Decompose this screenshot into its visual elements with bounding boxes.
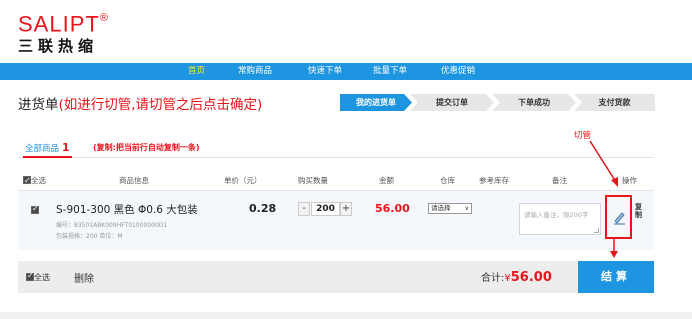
step-submit-order: 提交订单 bbox=[410, 94, 494, 111]
table-row: S-901-300 黑色 Φ0.6 大包装 编号：83501ABK009HFT0… bbox=[18, 190, 654, 250]
footer-select-all-checkbox[interactable] bbox=[26, 271, 34, 281]
brand-logo-latin: SALIPT® bbox=[18, 11, 109, 37]
delete-button[interactable]: 删除 bbox=[74, 270, 94, 285]
qty-decrease-button[interactable]: - bbox=[298, 202, 310, 216]
row-checkbox[interactable] bbox=[31, 204, 39, 214]
nav-frequent-products[interactable]: 常购商品 bbox=[238, 63, 272, 80]
pencil-cut-icon[interactable] bbox=[612, 210, 627, 225]
step-order-success: 下单成功 bbox=[492, 94, 576, 111]
header-product-info: 商品信息 bbox=[119, 176, 149, 185]
table-header: 全选 商品信息 单价（元） 购买数量 金额 仓库 参考库存 备注 操作 bbox=[18, 174, 654, 188]
total-amount: 56.00 bbox=[510, 270, 552, 285]
nav-home[interactable]: 首页 bbox=[188, 63, 205, 80]
nav-batch-order[interactable]: 批量下单 bbox=[373, 63, 407, 80]
tab-all-count: 1 bbox=[62, 141, 70, 154]
product-code: 编号：83501ABK009HFT01000000D1 bbox=[56, 222, 168, 229]
nav-promotions[interactable]: 优惠促销 bbox=[441, 63, 475, 80]
note-textarea[interactable]: 请输入备注，限200字 bbox=[519, 203, 601, 235]
header-select-all[interactable]: 全选 bbox=[23, 174, 46, 188]
step-my-cart: 我的进货单 bbox=[340, 94, 412, 111]
header-amount: 金额 bbox=[379, 176, 394, 185]
unit-price: 0.28 bbox=[249, 202, 277, 215]
chevron-down-icon: ∨ bbox=[464, 205, 469, 212]
cart-tabs: 全部商品 1 (复制:把当前行自动复制一条) bbox=[18, 141, 654, 158]
copy-button[interactable]: 复制 bbox=[635, 203, 645, 219]
step-pay: 支付货款 bbox=[574, 94, 655, 111]
select-all-checkbox[interactable] bbox=[23, 174, 31, 188]
nav-quick-order[interactable]: 快速下单 bbox=[308, 63, 342, 80]
page-title: 进货单(如进行切管,请切管之后点击确定) bbox=[18, 97, 263, 113]
order-steps: 我的进货单 提交订单 下单成功 支付货款 bbox=[340, 94, 655, 111]
quantity-stepper: - 200 + bbox=[298, 202, 353, 216]
cart-footer: 全选 删除 合计:¥56.00 结算 bbox=[18, 261, 654, 293]
tab-all-products[interactable]: 全部商品 1 bbox=[23, 141, 72, 158]
product-pack: 包装规格：200 单位：M bbox=[56, 233, 123, 240]
total-summary: 合计:¥56.00 bbox=[481, 270, 552, 285]
header-warehouse: 仓库 bbox=[440, 176, 455, 185]
qty-increase-button[interactable]: + bbox=[340, 202, 352, 216]
cut-annotation-label: 切管 bbox=[574, 131, 592, 141]
page-bottom-strip bbox=[0, 312, 692, 319]
header-note: 备注 bbox=[552, 176, 567, 185]
footer-select-all[interactable]: 全选 bbox=[26, 271, 50, 283]
main-nav: 首页 常购商品 快速下单 批量下单 优惠促销 bbox=[0, 63, 692, 80]
header-quantity: 购买数量 bbox=[298, 176, 328, 185]
brand-logo-chinese: 三联热缩 bbox=[18, 37, 99, 56]
arrow-head-checkout bbox=[610, 251, 618, 258]
header-stock: 参考库存 bbox=[479, 176, 509, 185]
row-amount: 56.00 bbox=[375, 202, 410, 215]
header-ops: 操作 bbox=[622, 176, 637, 185]
product-name[interactable]: S-901-300 黑色 Φ0.6 大包装 bbox=[56, 202, 198, 217]
warehouse-select[interactable]: 请选择 ∨ bbox=[428, 203, 472, 214]
header-unit-price: 单价（元） bbox=[224, 176, 262, 185]
cut-highlight-box bbox=[605, 195, 632, 239]
quantity-input[interactable]: 200 bbox=[311, 202, 340, 216]
copy-hint: (复制:把当前行自动复制一条) bbox=[93, 143, 200, 152]
page-title-note: (如进行切管,请切管之后点击确定) bbox=[58, 97, 263, 113]
checkout-button[interactable]: 结算 bbox=[578, 261, 654, 293]
brand-logo[interactable]: SALIPT® 三联热缩 bbox=[18, 9, 109, 55]
